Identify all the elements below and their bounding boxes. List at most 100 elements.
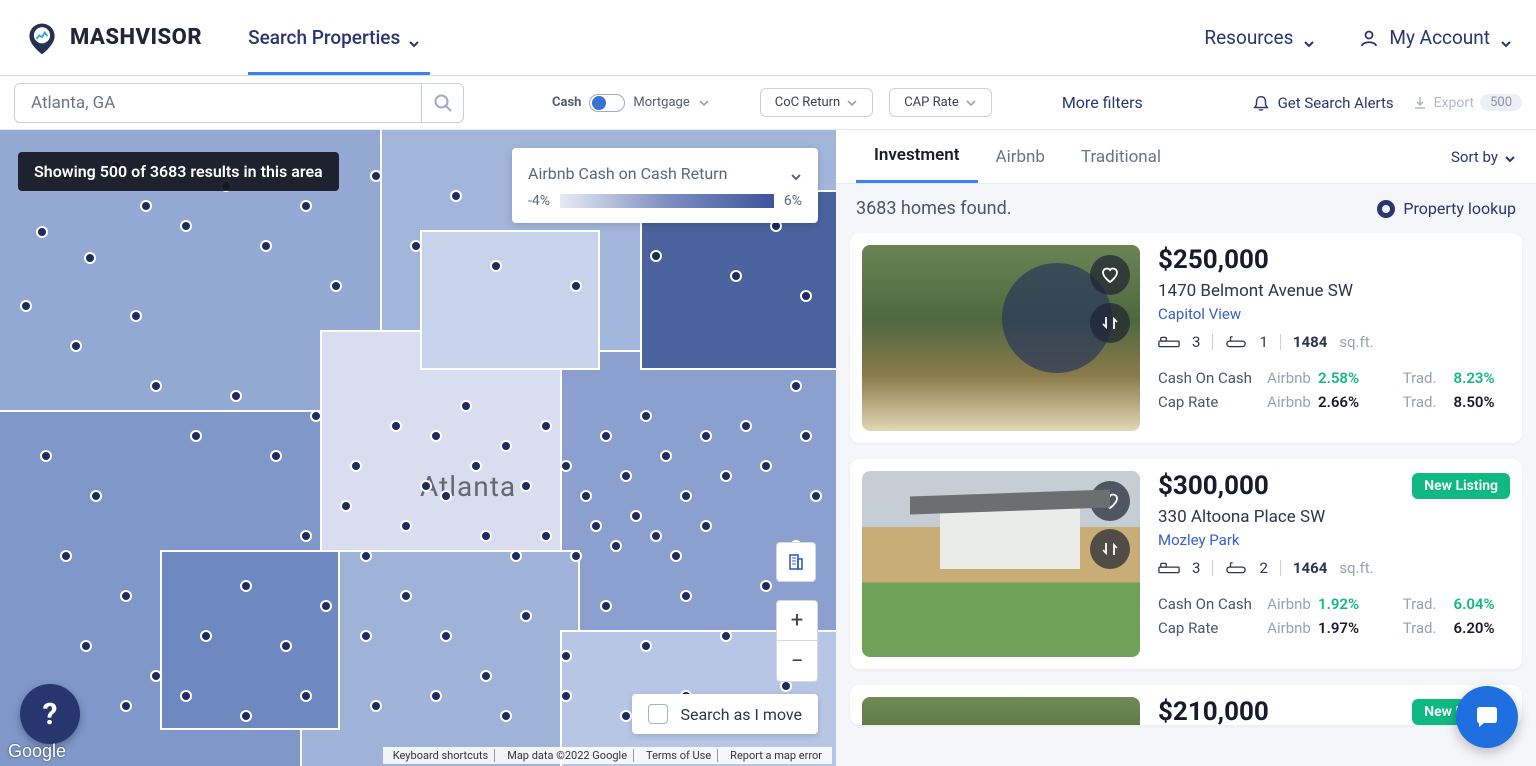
chevron-down-icon <box>1303 32 1315 44</box>
checkbox-icon[interactable] <box>648 704 668 724</box>
beds-value: 3 <box>1192 559 1200 577</box>
map-legend[interactable]: Airbnb Cash on Cash Return -4% 6% <box>512 148 818 223</box>
cap-airbnb-value: 2.66% <box>1318 393 1374 411</box>
map-city-label: Atlanta <box>420 470 516 503</box>
listing-neighborhood[interactable]: Capitol View <box>1158 305 1510 323</box>
search-button[interactable] <box>421 84 463 122</box>
map-pane[interactable]: Atlanta // defer dots via JS after body … <box>0 130 836 766</box>
chat-button[interactable] <box>1456 686 1518 748</box>
bath-icon <box>1225 560 1247 576</box>
list-pane: Investment Airbnb Traditional Sort by 36… <box>836 130 1536 766</box>
compare-button[interactable] <box>1090 529 1130 569</box>
listing-address: 1470 Belmont Avenue SW <box>1158 281 1510 301</box>
zoom-in-button[interactable]: + <box>777 601 817 641</box>
bed-icon <box>1158 334 1180 350</box>
listing-price: $210,000 <box>1158 697 1269 725</box>
cap-airbnb-value: 1.97% <box>1318 619 1374 637</box>
chevron-down-icon[interactable] <box>790 168 802 180</box>
export-button[interactable]: Export 500 <box>1412 94 1522 111</box>
legend-title-row: Airbnb Cash on Cash Return <box>528 158 802 193</box>
listing-card[interactable]: $250,000 1470 Belmont Avenue SW Capitol … <box>850 233 1522 443</box>
nav-resources-label: Resources <box>1204 26 1293 49</box>
help-button[interactable]: ? <box>20 684 80 744</box>
nav-my-account[interactable]: My Account <box>1359 26 1512 49</box>
listing-price: $250,000 <box>1158 245 1269 275</box>
favorite-button[interactable] <box>1090 255 1130 295</box>
more-filters[interactable]: More filters <box>1062 93 1143 112</box>
tab-traditional[interactable]: Traditional <box>1063 130 1179 183</box>
map-background <box>0 130 836 766</box>
bath-icon <box>1225 334 1247 350</box>
sqft-value: 1484 <box>1293 333 1327 351</box>
tabs-row: Investment Airbnb Traditional Sort by <box>836 130 1536 184</box>
baths-value: 1 <box>1259 333 1267 351</box>
filter-right-tools: Get Search Alerts Export 500 <box>1252 94 1522 112</box>
search-alerts-button[interactable]: Get Search Alerts <box>1252 94 1394 112</box>
export-label: Export <box>1434 95 1474 111</box>
payment-toggle[interactable]: Cash Mortgage <box>552 94 710 112</box>
tab-investment[interactable]: Investment <box>856 130 978 183</box>
nav-search-properties[interactable]: Search Properties <box>248 2 420 73</box>
listing-cards: $250,000 1470 Belmont Avenue SW Capitol … <box>836 233 1536 739</box>
search-as-move[interactable]: Search as I move <box>632 694 818 734</box>
sqft-label: sq.ft. <box>1339 559 1373 577</box>
coc-label: Cash On Cash <box>1158 369 1267 387</box>
main: Atlanta // defer dots via JS after body … <box>0 130 1536 766</box>
sort-by[interactable]: Sort by <box>1451 148 1516 166</box>
tab-airbnb[interactable]: Airbnb <box>978 130 1063 183</box>
logo[interactable]: MASHVISOR <box>24 20 202 56</box>
user-icon <box>1359 28 1379 48</box>
listing-address: 330 Altoona Place SW <box>1158 507 1510 527</box>
homes-found: 3683 homes found. <box>856 198 1011 219</box>
coc-return-filter[interactable]: CoC Return <box>760 88 873 117</box>
trad-src: Trad. <box>1403 393 1454 411</box>
nav-resources[interactable]: Resources <box>1204 26 1315 49</box>
listing-card[interactable]: $300,000 New Listing 330 Altoona Place S… <box>850 459 1522 669</box>
toggle-icon <box>589 94 625 112</box>
chevron-down-icon <box>1500 32 1512 44</box>
beds-value: 3 <box>1192 333 1200 351</box>
compare-icon <box>1100 539 1120 559</box>
trad-src: Trad. <box>1403 369 1454 387</box>
listing-metrics: Cash On Cash Airbnb 1.92% Trad. 6.04% Ca… <box>1158 595 1510 637</box>
listing-card[interactable]: $210,000 New Listing <box>850 685 1522 725</box>
cap-label: CAP Rate <box>904 95 959 110</box>
search-input-wrap <box>14 83 464 123</box>
coc-label: Cash On Cash <box>1158 595 1267 613</box>
legend-max: 6% <box>784 193 802 209</box>
topnav: MASHVISOR Search Properties Resources My… <box>0 0 1536 76</box>
map-building-button[interactable] <box>776 542 816 582</box>
search-input[interactable] <box>15 93 421 113</box>
airbnb-src: Airbnb <box>1267 619 1318 637</box>
sort-label: Sort by <box>1451 148 1498 166</box>
listing-thumb[interactable] <box>862 471 1140 657</box>
coc-trad-value: 8.23% <box>1454 369 1510 387</box>
logo-icon <box>24 20 60 56</box>
listing-features: 3 1 1484 sq.ft. <box>1158 333 1510 351</box>
mortgage-label: Mortgage <box>633 95 689 110</box>
favorite-button[interactable] <box>1090 481 1130 521</box>
compare-button[interactable] <box>1090 303 1130 343</box>
cap-trad-value: 8.50% <box>1454 393 1510 411</box>
map-terms[interactable]: Terms of Use <box>640 749 718 762</box>
map-report[interactable]: Report a map error <box>724 749 828 762</box>
chevron-down-icon <box>408 32 420 44</box>
listing-thumb[interactable] <box>862 245 1140 431</box>
nav-primary-label: Search Properties <box>248 26 400 49</box>
listing-thumb[interactable] <box>862 697 1140 725</box>
chat-icon <box>1472 702 1502 732</box>
coc-airbnb-value: 1.92% <box>1318 595 1374 613</box>
bed-icon <box>1158 560 1180 576</box>
cap-rate-filter[interactable]: CAP Rate <box>889 88 992 117</box>
compare-icon <box>1100 313 1120 333</box>
zoom-out-button[interactable]: − <box>777 641 817 681</box>
listing-neighborhood[interactable]: Mozley Park <box>1158 531 1510 549</box>
property-lookup[interactable]: Property lookup <box>1377 199 1516 218</box>
legend-min: -4% <box>528 193 550 209</box>
map-shortcuts[interactable]: Keyboard shortcuts <box>387 749 495 762</box>
legend-scale: -4% 6% <box>528 193 802 209</box>
trad-src: Trad. <box>1403 595 1454 613</box>
sqft-value: 1464 <box>1293 559 1327 577</box>
airbnb-src: Airbnb <box>1267 369 1318 387</box>
filter-bar: Cash Mortgage CoC Return CAP Rate More f… <box>0 76 1536 130</box>
